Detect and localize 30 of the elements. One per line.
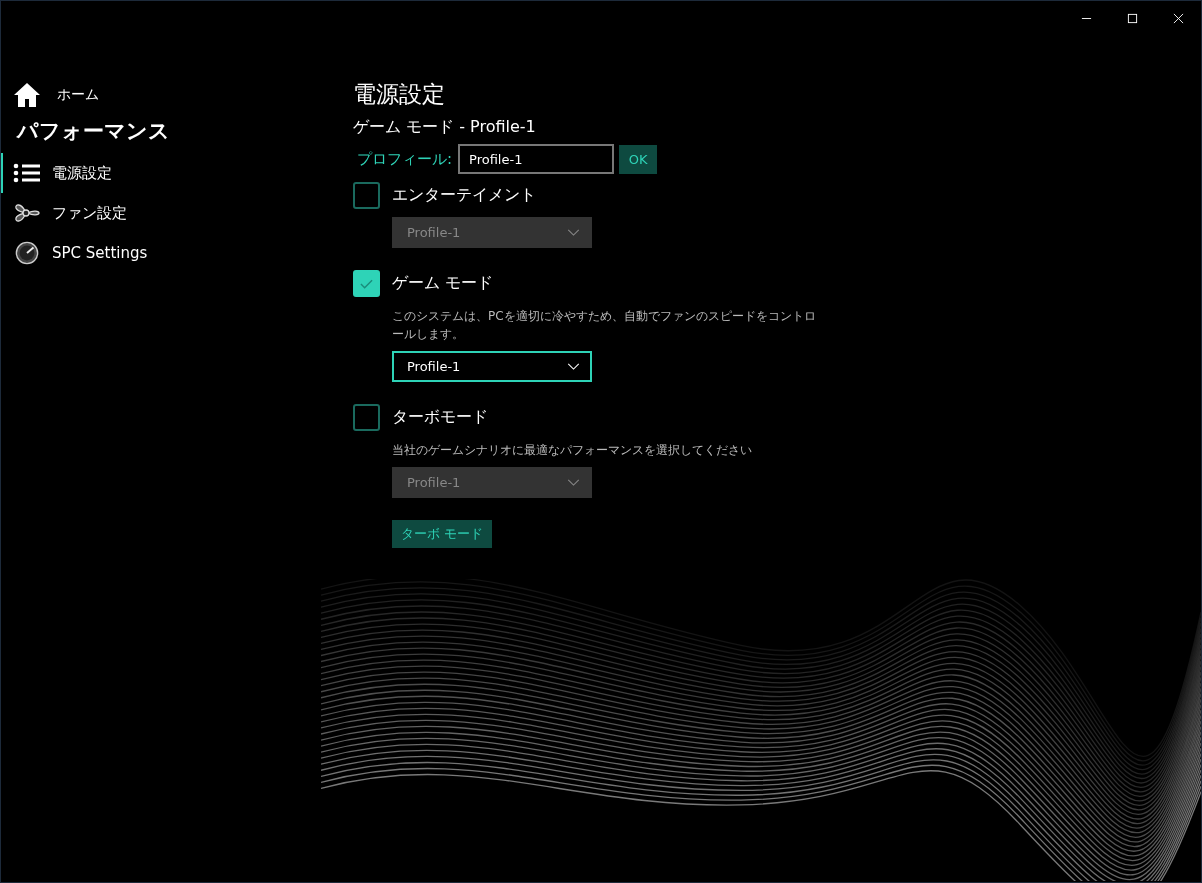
page-title: 電源設定 — [353, 80, 445, 109]
list-icon — [13, 161, 41, 185]
gauge-icon — [13, 241, 41, 265]
chevron-down-icon — [567, 229, 580, 236]
sidebar-item[interactable]: ホーム — [1, 77, 321, 113]
sidebar-item[interactable]: ファン設定 — [1, 193, 321, 233]
checkbox[interactable] — [353, 404, 380, 431]
chevron-down-icon — [567, 479, 580, 486]
fan-icon — [13, 201, 41, 225]
profile-dropdown[interactable]: Profile-1 — [392, 351, 592, 382]
ok-button[interactable]: OK — [619, 144, 658, 174]
section-heading: パフォーマンス — [15, 118, 171, 145]
profile-subtitle: ゲーム モード - Profile-1 — [353, 117, 536, 138]
profile-label: プロフィール: — [357, 149, 453, 169]
option-label: ターボモード — [392, 407, 488, 428]
checkbox[interactable] — [353, 270, 380, 297]
maximize-icon[interactable] — [1127, 13, 1138, 24]
option-description: 当社のゲームシナリオに最適なパフォーマンスを選択してください — [392, 442, 753, 459]
sidebar-item[interactable]: 電源設定 — [1, 153, 321, 193]
profile-name-field[interactable]: Profile-1 — [458, 144, 615, 174]
sidebar-item[interactable]: SPC Settings — [1, 233, 321, 273]
option-description: このシステムは、PCを適切に冷やすため、自動でファンのスピードをコントロールします。 — [392, 308, 817, 343]
turbo-mode-button[interactable]: ターボ モード — [392, 520, 493, 548]
option-label: エンターテイメント — [392, 185, 536, 206]
close-icon[interactable] — [1173, 13, 1184, 24]
home-icon — [13, 82, 41, 108]
checkbox[interactable] — [353, 182, 380, 209]
chevron-down-icon — [567, 363, 580, 370]
option-label: ゲーム モード — [392, 273, 494, 294]
check-icon — [360, 278, 373, 289]
